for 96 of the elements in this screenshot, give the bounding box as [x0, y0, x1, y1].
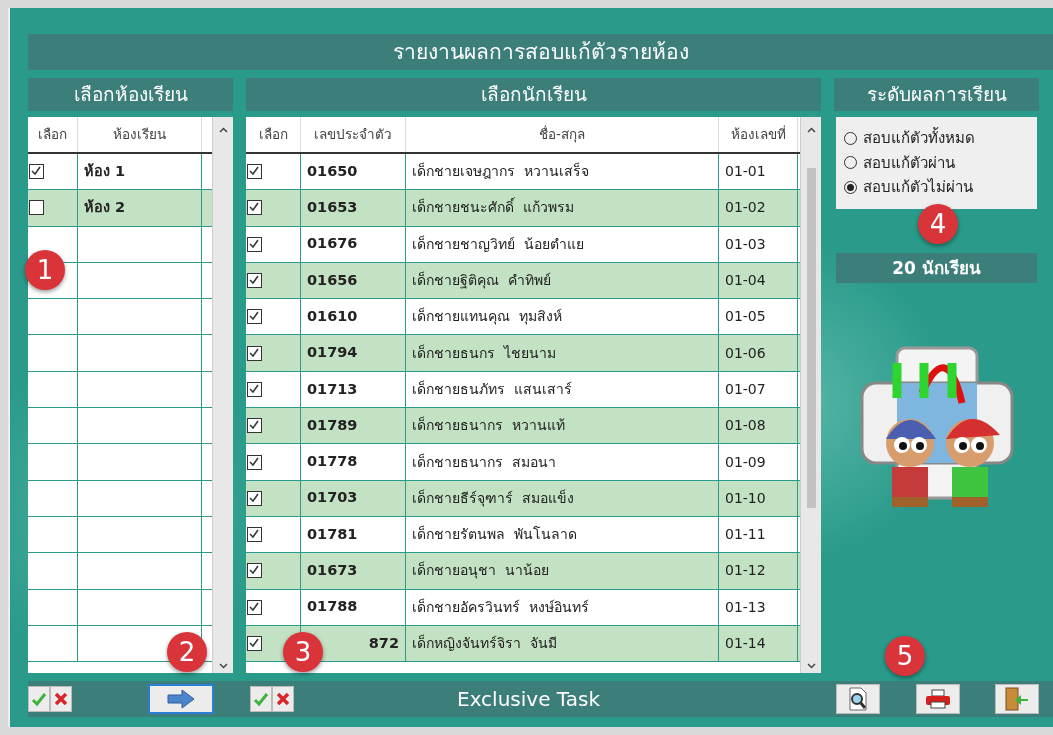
table-cell-text: 01-10 [725, 488, 766, 508]
printer-icon [924, 689, 951, 709]
checkbox[interactable] [247, 599, 262, 615]
table-cell-text: เด็กชายอัครวินทร์ หงษ์อินทร์ [412, 597, 589, 617]
table-cell-text: เด็กชายธนากร หวานแท้ [412, 415, 565, 436]
checkbox[interactable] [247, 200, 262, 216]
table-cell-text: 01778 [307, 452, 358, 472]
table-cell-text: 01-14 [725, 634, 766, 653]
table-cell-text: เด็กชายอนุชา นาน้อย [412, 560, 549, 581]
table-cell-text: ห้อง 2 [84, 198, 126, 218]
door-arrow-icon [1004, 687, 1030, 711]
checkbox[interactable] [247, 454, 262, 470]
table-cell-text: 01-02 [725, 198, 766, 218]
checkbox[interactable] [247, 345, 262, 361]
table-cell-text: เด็กชายแทนคุณ ทุมสิงห์ [412, 306, 562, 327]
chevron-down-icon[interactable] [218, 663, 228, 669]
table-cell-text: เด็กหญิงจันทร์จิรา จันมี [412, 633, 557, 653]
table-cell-text: 01656 [307, 270, 358, 290]
table-cell-text: 01610 [307, 306, 358, 326]
clear-all-button[interactable] [50, 686, 72, 712]
table-cell-text: 872 [368, 633, 399, 653]
table-cell-text: 01-05 [725, 307, 766, 327]
scrollbar[interactable] [212, 117, 233, 673]
table-cell-text: 01-03 [725, 234, 766, 254]
table-cell-text: 01-01 [725, 162, 766, 182]
checkbox[interactable] [247, 236, 262, 252]
table-cell-text: เด็กชายธนากร สมอนา [412, 452, 556, 472]
checkbox[interactable] [29, 200, 44, 216]
checkbox[interactable] [247, 636, 262, 651]
column-header: เลือก [246, 117, 301, 152]
table-cell-text: 01-11 [725, 525, 766, 545]
checkmark-icon [31, 691, 47, 707]
table-cell-text: 01650 [307, 161, 358, 181]
close-icon [54, 692, 68, 706]
panel-heading: ระดับผลการเรียน [834, 78, 1039, 111]
scrollbar[interactable] [800, 117, 821, 673]
table-cell-text: เด็กชายเจษฎากร หวานเสร็จ [412, 161, 589, 182]
exit-button[interactable] [995, 684, 1039, 714]
table-cell-text: เด็กชายธนกร ไชยนาม [412, 343, 556, 363]
radio-label[interactable]: สอบแก้ตัวไม่ผ่าน [863, 176, 973, 199]
table-cell-text: 01673 [307, 561, 358, 581]
checkbox[interactable] [247, 164, 262, 180]
close-icon [276, 692, 290, 706]
table-cell-text: 01-13 [725, 597, 766, 617]
chevron-down-icon[interactable] [806, 663, 816, 669]
arrow-right-icon [166, 689, 196, 709]
table-cell-text: 01-08 [725, 416, 766, 436]
table-cell-text: เด็กชายรัตนพล พันโนลาด [412, 524, 577, 545]
table-cell-text: 01676 [307, 234, 358, 254]
radio-label[interactable]: สอบแก้ตัวผ่าน [863, 151, 955, 174]
scrollbar-thumb[interactable] [806, 168, 816, 508]
table-cell-text: เด็กชายธีร์จุฑาร์ สมอแข็ง [412, 488, 574, 509]
checkbox[interactable] [247, 309, 262, 325]
table-cell-text: 01653 [307, 198, 358, 218]
column-header: ห้องเลขที่ [719, 117, 798, 152]
table-cell-text: 01-09 [725, 452, 766, 472]
chevron-up-icon[interactable] [218, 127, 228, 133]
chevron-up-icon[interactable] [806, 127, 816, 133]
table-cell-text: 01788 [307, 597, 358, 617]
checkbox[interactable] [247, 490, 262, 506]
table-cell-text: เด็กชายธนภัทร แสนเสาร์ [412, 379, 572, 399]
print-button[interactable] [915, 684, 960, 714]
table-cell-text: 01703 [307, 488, 358, 508]
checkbox[interactable] [247, 563, 262, 579]
table-cell-text: 01794 [307, 343, 358, 363]
document-magnifier-icon [847, 687, 869, 711]
checkbox[interactable] [29, 164, 44, 180]
column-header: เลือก [28, 117, 78, 152]
app-name: Exclusive Task [457, 686, 600, 713]
checkbox[interactable] [247, 381, 262, 397]
checkbox[interactable] [247, 527, 262, 543]
column-header: ห้องเรียน [78, 117, 202, 152]
table-cell-text: 01-04 [725, 271, 766, 291]
table-cell-text: 01-06 [725, 343, 766, 363]
table-cell-text: 01-07 [725, 379, 766, 399]
panel-heading: เลือกนักเรียน [246, 78, 821, 111]
preview-button[interactable] [836, 684, 880, 714]
table-cell-text: ห้อง 1 [84, 161, 126, 181]
column-header: ชื่อ-สกุล [406, 117, 719, 152]
panel-heading: เลือกห้องเรียน [28, 78, 233, 111]
checkbox[interactable] [247, 418, 262, 434]
clear-all-button[interactable] [272, 686, 294, 712]
table-cell-text: 01-12 [725, 561, 766, 581]
checkbox[interactable] [247, 273, 262, 289]
table-cell-text: 01781 [307, 524, 358, 544]
table-cell-text: เด็กชายชาญวิทย์ น้อยตำแย [412, 234, 584, 254]
transfer-button[interactable] [148, 684, 214, 714]
table-cell-text: เด็กชายชนะศักดิ์ แก้วพรม [412, 197, 574, 218]
table-cell-text: 01789 [307, 415, 358, 435]
radio-label[interactable]: สอบแก้ตัวทั้งหมด [863, 127, 975, 150]
checkmark-icon [253, 691, 269, 707]
table-cell-text: เด็กชายฐิติคุณ คำทิพย์ [412, 270, 551, 291]
column-header: เลขประจำตัว [301, 117, 406, 152]
window-title: รายงานผลการสอบแก้ตัวรายห้อง [28, 34, 1053, 70]
table-cell-text: 01713 [307, 379, 358, 399]
student-count: 20 นักเรียน [836, 252, 1037, 283]
